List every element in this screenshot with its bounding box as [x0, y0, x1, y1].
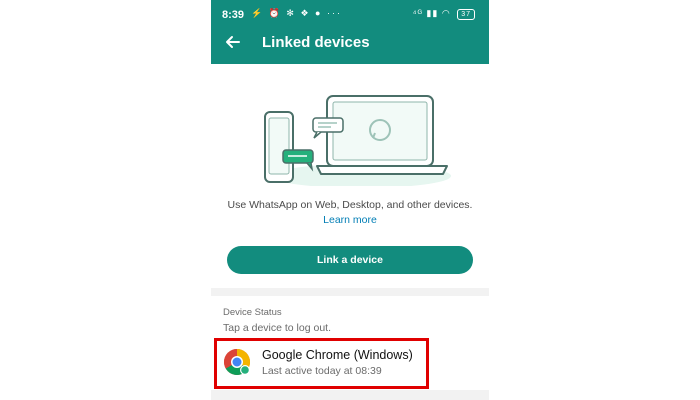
linked-devices-illustration [251, 86, 451, 191]
device-status-hint: Tap a device to log out. [223, 322, 331, 334]
link-device-button[interactable]: Link a device [227, 246, 473, 274]
learn-more-link[interactable]: Learn more [211, 214, 489, 226]
notification-icons: ⚡ ⏰ ✻ ❖ ● ··· [251, 8, 342, 18]
section-divider [211, 288, 489, 296]
back-arrow-icon[interactable] [223, 32, 243, 52]
description-text: Use WhatsApp on Web, Desktop, and other … [227, 199, 473, 211]
device-status-heading: Device Status [223, 307, 282, 318]
signal-wifi-icons: ⁴ᴳ ▮▮ ◠ [412, 8, 451, 18]
app-bar: Linked devices [211, 20, 489, 64]
page-title: Linked devices [262, 34, 370, 51]
system-icons: ⁴ᴳ ▮▮ ◠ 37 [413, 8, 475, 20]
highlight-box [214, 338, 429, 389]
bottom-section-background [211, 390, 489, 400]
battery-icon: 37 [457, 9, 475, 20]
